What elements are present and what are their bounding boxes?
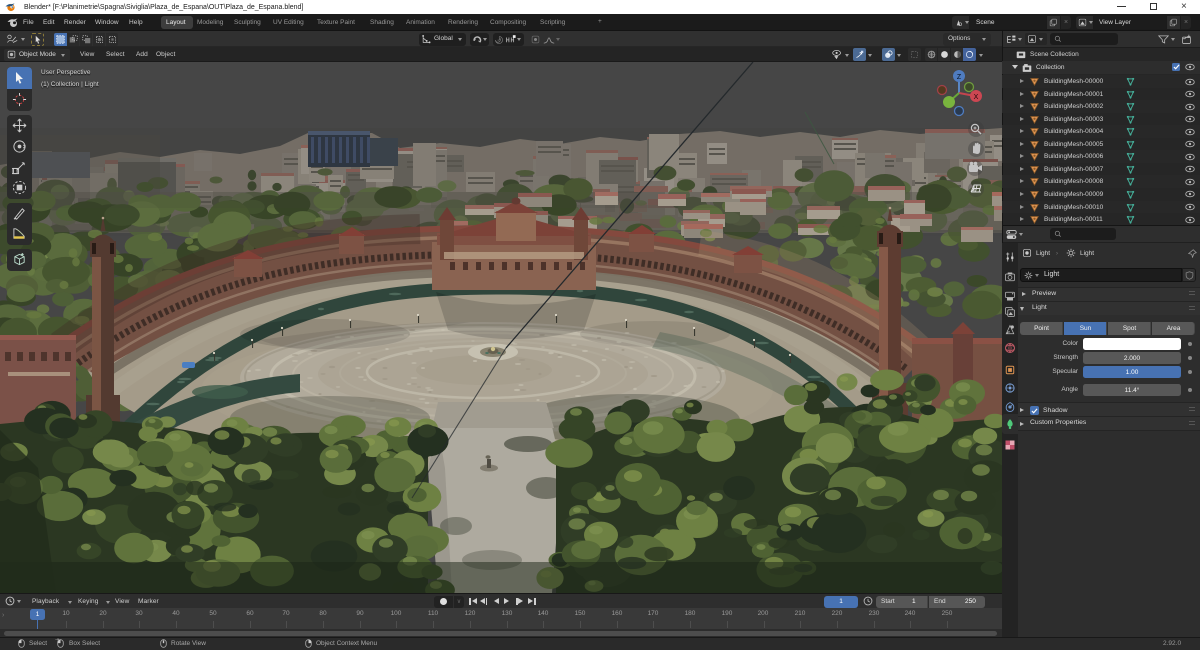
svg-text:Z: Z [957,74,962,81]
svg-text:X: X [974,94,979,101]
